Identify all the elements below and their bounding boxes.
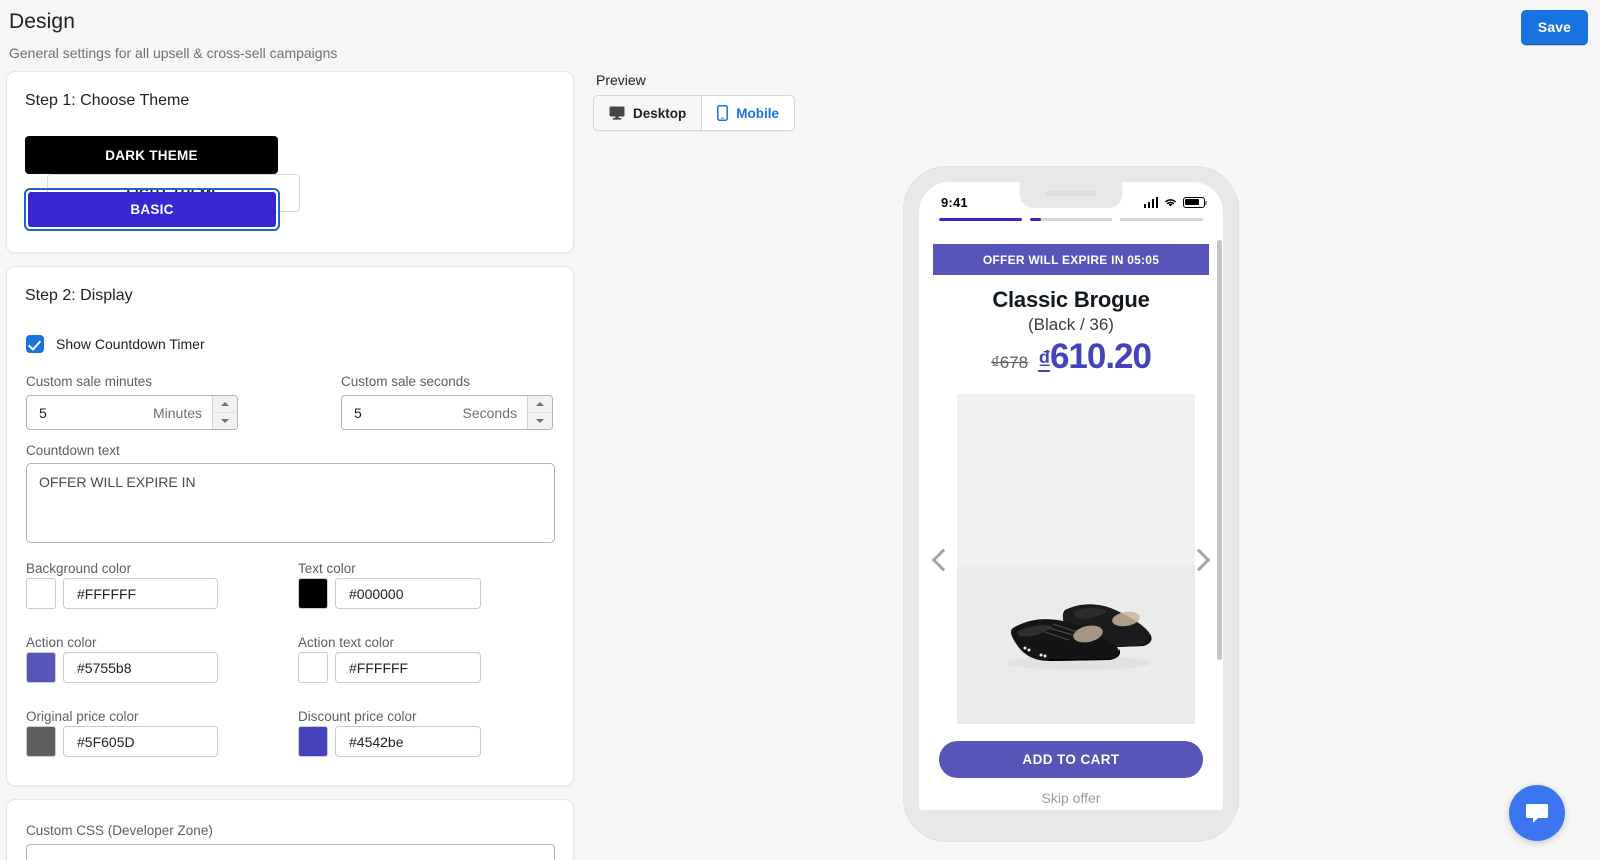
seconds-stepper[interactable]	[527, 396, 552, 429]
display-settings-title: Step 2: Display	[25, 287, 133, 304]
seconds-stepper-down[interactable]	[528, 413, 552, 429]
action-color-label: Action color	[26, 635, 97, 650]
product-title: Classic Brogue	[992, 287, 1150, 312]
progress-bar-2	[1029, 218, 1113, 221]
theme-option-dark[interactable]: DARK THEME	[25, 136, 278, 174]
mobile-preview-frame: 9:41 OFFER WILL EXPIRE IN 05:05 Classic …	[903, 166, 1239, 842]
show-countdown-timer-checkbox[interactable]	[26, 335, 44, 353]
caret-up-icon	[536, 402, 544, 406]
product-variant: (Black / 36)	[1028, 315, 1114, 334]
mobile-preview-screen: 9:41 OFFER WILL EXPIRE IN 05:05 Classic …	[919, 182, 1223, 810]
design-settings-page: Design General settings for all upsell &…	[0, 0, 1600, 860]
theme-option-basic-label: BASIC	[28, 192, 276, 227]
action-color-value[interactable]: #5755b8	[63, 652, 218, 683]
price-row: ₫678 ₫610.20	[919, 339, 1223, 374]
discount-price-color-value[interactable]: #4542be	[335, 726, 481, 757]
progress-bar-3	[1120, 218, 1204, 221]
text-color-swatch[interactable]	[298, 578, 328, 609]
discount-price-color-label: Discount price color	[298, 709, 417, 724]
discount-price-amount: 610.20	[1049, 337, 1152, 376]
skip-offer-link[interactable]: Skip offer	[919, 790, 1223, 806]
chevron-left-icon[interactable]	[931, 548, 955, 572]
battery-icon	[1183, 196, 1208, 208]
caret-up-icon	[221, 402, 229, 406]
tab-mobile-label: Mobile	[736, 105, 780, 121]
product-image	[957, 394, 1195, 724]
progress-indicators	[919, 218, 1223, 221]
desktop-icon	[609, 106, 625, 120]
action-color-swatch[interactable]	[26, 652, 56, 683]
original-price-color-label: Original price color	[26, 709, 139, 724]
action-text-color-field[interactable]: #FFFFFF	[298, 652, 481, 683]
tab-desktop[interactable]: Desktop	[594, 96, 702, 130]
mobile-icon	[717, 105, 729, 121]
custom-sale-seconds-suffix: Seconds	[462, 404, 517, 421]
action-text-color-value[interactable]: #FFFFFF	[335, 652, 481, 683]
minutes-stepper-up[interactable]	[213, 396, 237, 413]
custom-css-label: Custom CSS (Developer Zone)	[26, 823, 213, 838]
background-color-label: Background color	[26, 561, 132, 576]
wifi-icon	[1165, 198, 1176, 207]
custom-sale-minutes-label: Custom sale minutes	[26, 374, 153, 389]
currency-symbol: ₫	[1038, 346, 1051, 374]
chat-widget-button[interactable]	[1509, 785, 1565, 841]
background-color-field[interactable]: #FFFFFF	[26, 578, 218, 609]
theme-option-basic[interactable]: BASIC	[24, 188, 280, 231]
discount-price-color-swatch[interactable]	[298, 726, 328, 757]
background-color-swatch[interactable]	[26, 578, 56, 609]
page-title: Design	[9, 10, 75, 33]
discount-price-color-field[interactable]: #4542be	[298, 726, 481, 757]
show-countdown-timer-row[interactable]: Show Countdown Timer	[26, 335, 205, 353]
offer-countdown-banner: OFFER WILL EXPIRE IN 05:05	[933, 244, 1209, 275]
progress-bar-1	[939, 218, 1022, 221]
tab-desktop-label: Desktop	[633, 105, 687, 121]
background-color-value[interactable]: #FFFFFF	[63, 578, 218, 609]
original-price-color-swatch[interactable]	[26, 726, 56, 757]
custom-css-input[interactable]	[26, 844, 555, 860]
preview-label: Preview	[596, 72, 646, 88]
chat-bubble-icon	[1526, 804, 1548, 823]
original-price-color-field[interactable]: #5F605D	[26, 726, 218, 757]
custom-sale-minutes-input[interactable]: 5 Minutes	[26, 395, 238, 430]
minutes-stepper[interactable]	[212, 396, 237, 429]
signal-icon	[1143, 196, 1158, 208]
phone-speaker	[1045, 191, 1097, 196]
action-text-color-label: Action text color	[298, 635, 395, 650]
show-countdown-timer-label: Show Countdown Timer	[56, 336, 205, 352]
preview-device-toggle[interactable]: Desktop Mobile	[593, 95, 796, 131]
status-icons	[1143, 196, 1208, 208]
custom-sale-minutes-value: 5	[39, 404, 47, 421]
page-subtitle: General settings for all upsell & cross-…	[9, 45, 338, 61]
custom-sale-seconds-input[interactable]: 5 Seconds	[341, 395, 553, 430]
action-color-field[interactable]: #5755b8	[26, 652, 218, 683]
preview-scrollbar[interactable]	[1217, 240, 1222, 660]
custom-sale-seconds-value: 5	[354, 404, 362, 421]
action-text-color-swatch[interactable]	[298, 652, 328, 683]
seconds-stepper-up[interactable]	[528, 396, 552, 413]
choose-theme-card: Step 1: Choose Theme DARK THEME LIGHT TH…	[6, 71, 574, 253]
countdown-text-label: Countdown text	[26, 443, 120, 458]
caret-down-icon	[221, 419, 229, 423]
original-price-color-value[interactable]: #5F605D	[63, 726, 218, 757]
original-price: ₫678	[991, 353, 1029, 372]
caret-down-icon	[536, 419, 544, 423]
countdown-text-input[interactable]	[26, 463, 555, 543]
text-color-value[interactable]: #000000	[335, 578, 481, 609]
text-color-label: Text color	[298, 561, 356, 576]
text-color-field[interactable]: #000000	[298, 578, 481, 609]
custom-css-card: Custom CSS (Developer Zone)	[6, 799, 574, 860]
discount-price: ₫610.20	[1038, 337, 1152, 376]
status-time: 9:41	[941, 194, 968, 210]
custom-sale-seconds-label: Custom sale seconds	[341, 374, 471, 389]
choose-theme-title: Step 1: Choose Theme	[25, 92, 190, 109]
save-button[interactable]: Save	[1520, 10, 1588, 45]
display-settings-card: Step 2: Display Show Countdown Timer Cus…	[6, 266, 574, 786]
shoe-illustration	[1007, 604, 1152, 670]
custom-sale-minutes-suffix: Minutes	[152, 404, 202, 421]
tab-mobile[interactable]: Mobile	[701, 96, 795, 130]
add-to-cart-button[interactable]: ADD TO CART	[939, 741, 1203, 778]
minutes-stepper-down[interactable]	[213, 413, 237, 429]
